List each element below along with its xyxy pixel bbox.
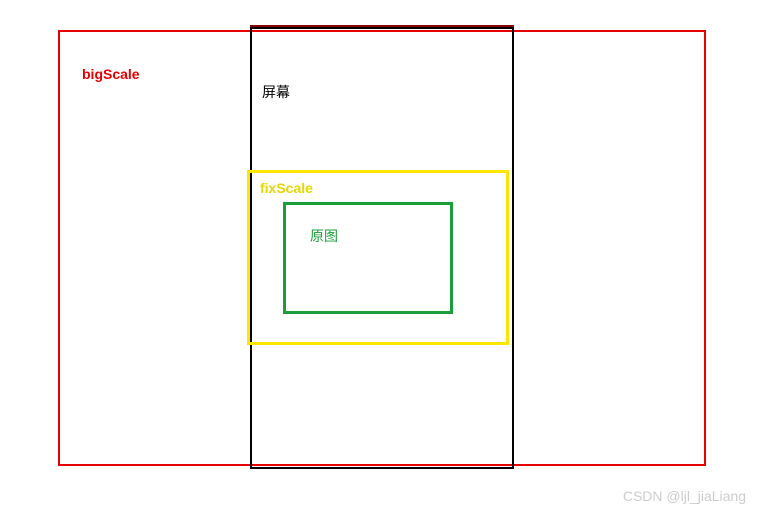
original-label: 原图	[310, 226, 338, 246]
fix-scale-label: fixScale	[260, 180, 313, 196]
watermark: CSDN @ljl_jiaLiang	[623, 488, 746, 504]
screen-label: 屏幕	[262, 82, 290, 102]
big-scale-label: bigScale	[82, 66, 140, 82]
diagram-canvas: bigScale 屏幕 fixScale 原图 CSDN @ljl_jiaLia…	[0, 0, 768, 516]
original-rect	[283, 202, 453, 314]
